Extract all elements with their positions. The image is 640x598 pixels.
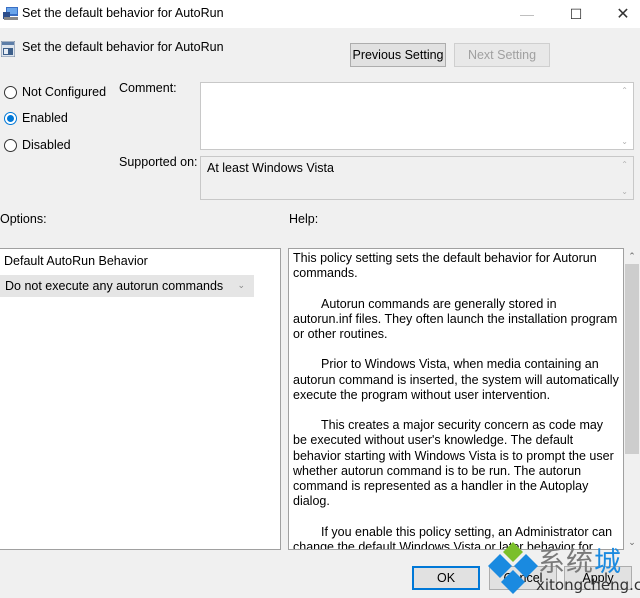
scroll-up-icon[interactable]: ⌃ — [621, 86, 628, 95]
dropdown-value: Do not execute any autorun commands — [5, 279, 224, 293]
apply-button[interactable]: Apply — [564, 566, 632, 590]
maximize-button[interactable]: ☐ — [553, 0, 599, 28]
supported-on-value: At least Windows Vista — [207, 161, 334, 175]
scroll-up-icon[interactable]: ⌃ — [621, 160, 628, 169]
help-text: This policy setting sets the default beh… — [293, 251, 619, 550]
autorun-behavior-dropdown[interactable]: Do not execute any autorun commands ⌄ — [0, 275, 254, 297]
radio-circle-checked[interactable] — [4, 111, 17, 125]
group-policy-app-icon — [3, 7, 18, 20]
radio-label: Not Configured — [22, 85, 107, 99]
help-paragraph: If you enable this policy setting, an Ad… — [293, 524, 613, 550]
help-paragraph: This policy setting sets the default beh… — [293, 251, 597, 281]
minimize-button[interactable]: — — [504, 0, 550, 28]
window-title: Set the default behavior for AutoRun — [22, 6, 224, 20]
radio-circle[interactable] — [4, 85, 17, 99]
previous-setting-button[interactable]: Previous Setting — [350, 43, 446, 67]
comment-label: Comment: — [119, 81, 177, 95]
next-setting-button[interactable]: Next Setting — [454, 43, 550, 67]
title-bar: Set the default behavior for AutoRun — ☐… — [0, 0, 640, 28]
radio-circle[interactable] — [4, 138, 17, 152]
radio-label: Disabled — [22, 138, 71, 152]
minimize-icon: — — [520, 6, 534, 22]
autorun-behavior-label: Default AutoRun Behavior — [4, 254, 148, 268]
radio-label: Enabled — [22, 111, 68, 125]
help-label: Help: — [289, 212, 319, 226]
options-label: Options: — [0, 212, 47, 226]
options-panel: Default AutoRun Behavior Do not execute … — [0, 248, 281, 550]
supported-on-field: At least Windows Vista ⌃ ⌄ — [200, 156, 634, 200]
policy-setting-icon — [1, 41, 15, 57]
help-paragraph: Autorun commands are generally stored in… — [293, 296, 618, 341]
help-paragraph: Prior to Windows Vista, when media conta… — [293, 357, 619, 402]
help-panel: This policy setting sets the default beh… — [288, 248, 624, 550]
scroll-up-icon[interactable]: ⌃ — [624, 248, 640, 264]
maximize-icon: ☐ — [569, 5, 583, 22]
help-paragraph: This creates a major security concern as… — [293, 418, 614, 509]
scroll-down-icon[interactable]: ⌄ — [624, 534, 640, 550]
supported-on-label: Supported on: — [119, 155, 198, 169]
setting-title: Set the default behavior for AutoRun — [22, 40, 224, 54]
chevron-down-icon: ⌄ — [237, 280, 245, 290]
scroll-thumb[interactable] — [625, 264, 639, 454]
comment-textarea[interactable]: ⌃ ⌄ — [200, 82, 634, 150]
radio-enabled[interactable]: Enabled — [4, 111, 68, 125]
radio-disabled[interactable]: Disabled — [4, 138, 71, 152]
scroll-down-icon[interactable]: ⌄ — [621, 187, 628, 196]
radio-not-configured[interactable]: Not Configured — [4, 85, 106, 99]
help-scrollbar[interactable]: ⌃ ⌄ — [624, 248, 640, 550]
ok-button[interactable]: OK — [412, 566, 480, 590]
scroll-down-icon[interactable]: ⌄ — [621, 137, 628, 146]
close-button[interactable]: ✕ — [600, 0, 640, 28]
cancel-button[interactable]: Cancel — [489, 566, 557, 590]
close-icon: ✕ — [616, 6, 630, 23]
